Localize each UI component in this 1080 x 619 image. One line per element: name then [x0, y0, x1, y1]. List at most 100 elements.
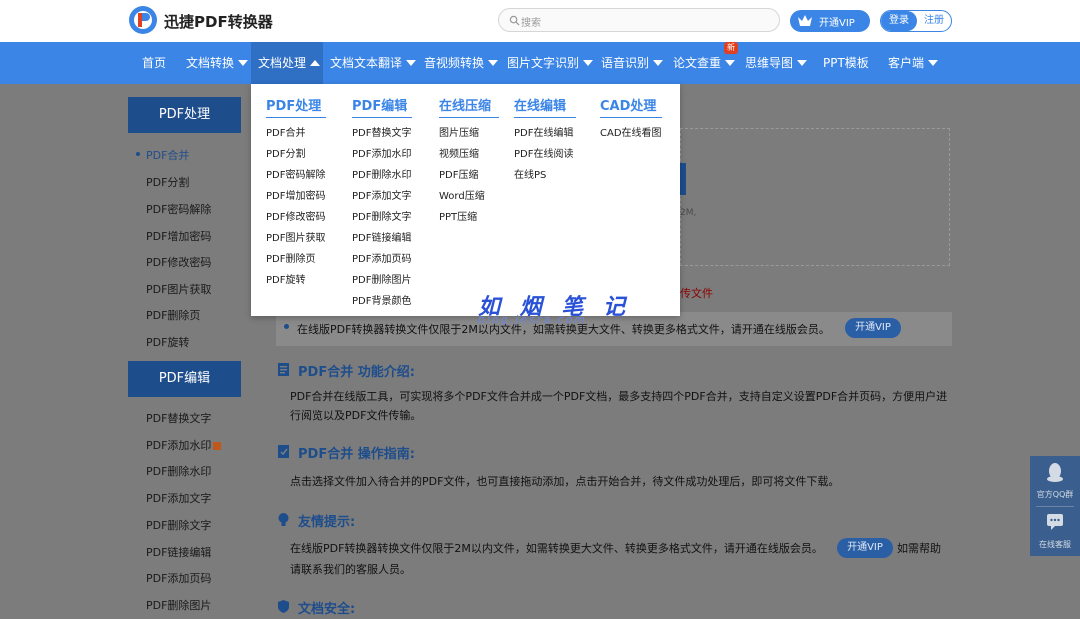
tip-text-3: 请联系我们的客服人员。 — [290, 563, 411, 576]
dropdown-item-pdf-unlock[interactable]: PDF密码解除 — [266, 166, 325, 181]
intro-text: PDF合并在线版工具，可实现将多个PDF文件合并成一个PDF文档，最多支持四个P… — [290, 390, 948, 422]
nav-translate[interactable]: 文档文本翻译 — [330, 42, 417, 84]
dropdown-item-pdf-add-watermark[interactable]: PDF添加水印 — [352, 145, 411, 160]
upload-size-note: 2M, — [680, 208, 697, 218]
dropdown-item-cad-viewer[interactable]: CAD在线看图 — [600, 124, 662, 139]
sidebar-item-pdf-split[interactable]: PDF分割 — [146, 174, 189, 190]
dropdown-item-pdf-link-edit[interactable]: PDF链接编辑 — [352, 229, 411, 244]
auth-group: 登录 注册 — [880, 10, 952, 32]
dropdown-item-pdf-delete-page[interactable]: PDF删除页 — [266, 250, 315, 265]
dropdown-item-pdf-extract-images[interactable]: PDF图片获取 — [266, 229, 325, 244]
dropdown-item-pdf-replace-text[interactable]: PDF替换文字 — [352, 124, 411, 139]
sidebar-item-pdf-add-text[interactable]: PDF添加文字 — [146, 490, 211, 506]
register-button[interactable]: 注册 — [917, 11, 951, 31]
nav-home[interactable]: 首页 — [132, 42, 176, 84]
sidebar-item-pdf-add-password[interactable]: PDF增加密码 — [146, 228, 211, 244]
chevron-down-icon — [488, 59, 499, 66]
watermark-url: blog.jesra.com — [478, 313, 588, 326]
dropdown-item-pdf-add-text[interactable]: PDF添加文字 — [352, 187, 411, 202]
search-input[interactable]: 搜索 — [498, 8, 780, 32]
chevron-down-icon — [406, 59, 417, 66]
tip-open-vip-button[interactable]: 开通VIP — [837, 538, 893, 558]
sidebar-item-pdf-change-password[interactable]: PDF修改密码 — [146, 254, 211, 270]
nav-doc-process[interactable]: 文档处理 — [251, 42, 323, 84]
nav-ppt-template-label: PPT模板 — [823, 56, 869, 70]
nav-doc-convert[interactable]: 文档转换 — [186, 42, 249, 84]
qq-group-button[interactable]: 官方QQ群 — [1030, 456, 1080, 506]
sidebar-item-pdf-delete-page[interactable]: PDF删除页 — [146, 307, 200, 323]
bookmark-icon — [213, 442, 222, 450]
select-file-button[interactable] — [680, 163, 686, 195]
dropdown-heading-online-edit: 在线编辑 — [514, 99, 567, 114]
dropdown-item-pdf-bg-color[interactable]: PDF背景颜色 — [352, 292, 411, 307]
dropdown-heading-compress: 在线压缩 — [439, 99, 492, 114]
dropdown-item-pdf-merge[interactable]: PDF合并 — [266, 124, 305, 139]
nav-doc-convert-label: 文档转换 — [186, 56, 235, 70]
dropdown-item-pdf-delete-images[interactable]: PDF删除图片 — [352, 271, 411, 286]
sidebar-item-pdf-link-edit[interactable]: PDF链接编辑 — [146, 544, 211, 560]
sidebar-item-pdf-add-watermark[interactable]: PDF添加水印 — [146, 437, 222, 453]
dropdown-item-pdf-split[interactable]: PDF分割 — [266, 145, 305, 160]
selected-dot — [136, 152, 140, 156]
dropdown-item-pdf-remove-watermark[interactable]: PDF删除水印 — [352, 166, 411, 181]
dropdown-item-video-compress[interactable]: 视频压缩 — [439, 145, 479, 160]
sidebar-item-pdf-delete-text[interactable]: PDF删除文字 — [146, 517, 211, 533]
guide-title: PDF合并 操作指南: — [298, 447, 415, 462]
qq-penguin-icon — [1047, 463, 1063, 482]
chat-bubble-icon — [1047, 514, 1063, 530]
dropdown-item-pdf-add-page-number[interactable]: PDF添加页码 — [352, 250, 411, 265]
online-service-label: 在线客服 — [1039, 540, 1071, 549]
sidebar-item-pdf-rotate[interactable]: PDF旋转 — [146, 334, 189, 350]
dropdown-underline — [514, 117, 576, 118]
chevron-down-icon — [928, 59, 939, 66]
sidebar-item-pdf-replace-text[interactable]: PDF替换文字 — [146, 410, 211, 426]
nav-mindmap[interactable]: 思维导图 — [745, 42, 808, 84]
qq-group-label: 官方QQ群 — [1036, 490, 1074, 499]
dropdown-item-ppt-compress[interactable]: PPT压缩 — [439, 208, 477, 223]
online-service-button[interactable]: 在线客服 — [1030, 506, 1080, 556]
sidebar-item-pdf-delete-images[interactable]: PDF删除图片 — [146, 597, 211, 613]
nav-client[interactable]: 客户端 — [888, 42, 939, 84]
nav-av-convert[interactable]: 音视频转换 — [424, 42, 499, 84]
upload-file-link[interactable]: 传文件 — [680, 285, 713, 301]
dropdown-item-image-compress[interactable]: 图片压缩 — [439, 124, 479, 139]
dropdown-heading-pdf-process: PDF处理 — [266, 99, 322, 114]
app-logo-icon[interactable] — [128, 5, 158, 35]
chevron-down-icon — [653, 59, 664, 66]
dropdown-item-pdf-compress[interactable]: PDF压缩 — [439, 166, 478, 181]
dropdown-item-pdf-online-read[interactable]: PDF在线阅读 — [514, 145, 573, 160]
sidebar-item-pdf-add-page-number[interactable]: PDF添加页码 — [146, 570, 211, 586]
sidebar-item-pdf-unlock[interactable]: PDF密码解除 — [146, 201, 211, 217]
sidebar-item-pdf-extract-images[interactable]: PDF图片获取 — [146, 281, 211, 297]
nav-home-label: 首页 — [141, 56, 166, 70]
nav-speech[interactable]: 语音识别 — [601, 42, 664, 84]
sidebar-item-pdf-merge[interactable]: PDF合并 — [146, 147, 189, 163]
dropdown-item-pdf-rotate[interactable]: PDF旋转 — [266, 271, 305, 286]
nav-thesis-check-label: 论文查重 — [673, 56, 722, 70]
guide-text: 点击选择文件加入待合并的PDF文件，也可直接拖动添加，点击开始合并，待文件成功处… — [290, 475, 840, 488]
notice-dot — [284, 324, 289, 329]
nav-doc-process-label: 文档处理 — [258, 56, 307, 70]
dropdown-item-pdf-add-password[interactable]: PDF增加密码 — [266, 187, 325, 202]
dropdown-underline — [352, 117, 412, 118]
nav-translate-label: 文档文本翻译 — [330, 56, 403, 70]
main-nav: 首页 文档转换 文档处理 文档文本翻译 音视频转换 图片文字识别 语音识别 论文… — [0, 42, 1080, 84]
dropdown-item-word-compress[interactable]: Word压缩 — [439, 187, 485, 202]
dropdown-item-online-ps[interactable]: 在线PS — [514, 166, 546, 181]
open-vip-button[interactable]: 开通VIP — [790, 10, 870, 32]
login-button[interactable]: 登录 — [881, 11, 917, 31]
notice-open-vip-button[interactable]: 开通VIP — [845, 318, 901, 338]
nav-client-label: 客户端 — [888, 56, 925, 70]
nav-ppt-template[interactable]: PPT模板 — [823, 42, 869, 84]
dropdown-item-pdf-online-edit[interactable]: PDF在线编辑 — [514, 124, 573, 139]
lightbulb-icon — [278, 513, 289, 526]
sidebar-item-pdf-remove-watermark[interactable]: PDF删除水印 — [146, 463, 211, 479]
nav-ocr[interactable]: 图片文字识别 — [507, 42, 594, 84]
shield-icon — [278, 600, 289, 613]
dropdown-item-pdf-change-password[interactable]: PDF修改密码 — [266, 208, 325, 223]
app-name[interactable]: 迅捷PDF转换器 — [164, 11, 273, 32]
upload-dropzone[interactable] — [680, 128, 950, 266]
nav-ocr-label: 图片文字识别 — [507, 56, 580, 70]
security-title: 文档安全: — [298, 602, 356, 617]
dropdown-item-pdf-delete-text[interactable]: PDF删除文字 — [352, 208, 411, 223]
